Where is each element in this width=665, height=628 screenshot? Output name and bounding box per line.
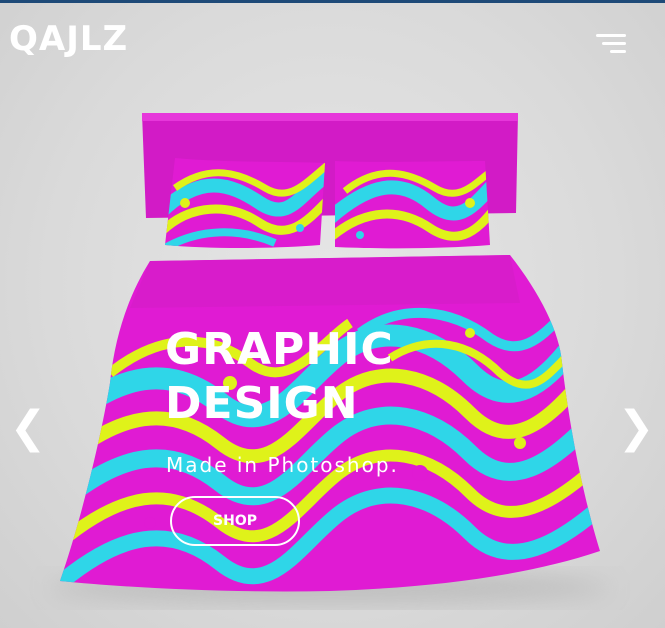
menu-bar (602, 42, 626, 45)
slider-prev-arrow-icon[interactable]: ❮ (8, 398, 48, 458)
shop-button[interactable]: SHOP (170, 496, 300, 546)
menu-bar (596, 34, 626, 37)
slide-title-line-1: GRAPHIC (165, 324, 394, 375)
slide-subtitle: Made in Photoshop. (166, 453, 399, 477)
hero-slider: QAJLZ ❮ ❯ GRAPHIC DESIGN Made in Photosh… (0, 3, 665, 628)
bedding-product-image (50, 113, 610, 606)
menu-bar (610, 50, 626, 53)
hamburger-menu-icon[interactable] (594, 31, 632, 61)
slider-next-arrow-icon[interactable]: ❯ (616, 398, 656, 458)
slide-title: GRAPHIC DESIGN (165, 323, 465, 431)
site-logo[interactable]: QAJLZ (9, 19, 128, 59)
slide-title-line-2: DESIGN (165, 378, 359, 429)
